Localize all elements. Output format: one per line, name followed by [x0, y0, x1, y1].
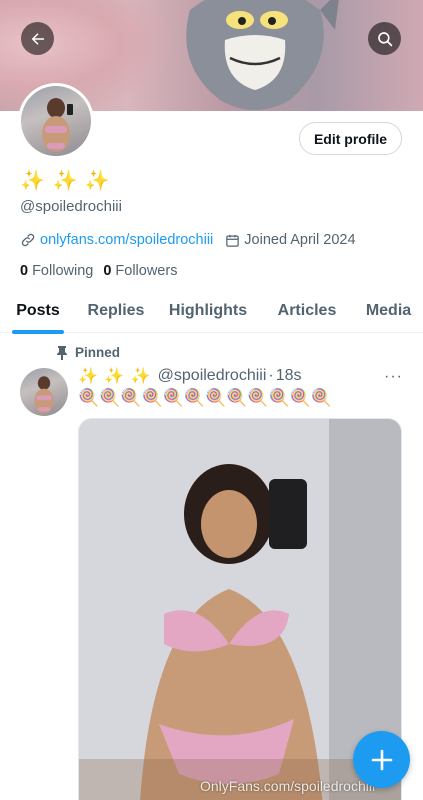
search-button[interactable] — [368, 22, 401, 55]
followers-count: 0 — [103, 263, 112, 279]
arrow-left-icon — [31, 32, 44, 45]
follow-stats: 0 Following 0 Followers — [20, 263, 187, 279]
post-author-handle[interactable]: @spoiledrochiii — [158, 367, 267, 385]
profile-website-link[interactable]: onlyfans.com/spoiledrochiii — [40, 232, 213, 248]
profile-meta: onlyfans.com/spoiledrochiii Joined April… — [20, 232, 356, 248]
banner-background — [0, 0, 170, 111]
pinned-indicator: Pinned — [56, 345, 120, 360]
post-more-icon[interactable]: ··· — [384, 368, 403, 386]
banner-cartoon-image — [186, 0, 339, 110]
link-icon — [21, 233, 35, 247]
post-media-image[interactable] — [78, 418, 402, 800]
following-label: Following — [32, 263, 94, 279]
tab-highlights[interactable]: Highlights — [156, 288, 260, 333]
followers-link[interactable]: 0 Followers — [103, 263, 177, 279]
tab-replies[interactable]: Replies — [76, 288, 156, 333]
search-icon — [377, 31, 392, 46]
profile-display-name: ✨ ✨ ✨ — [20, 170, 111, 192]
following-link[interactable]: 0 Following — [20, 263, 93, 279]
profile-tabs: Posts Replies Highlights Articles Media — [0, 288, 423, 333]
profile-handle: @spoiledrochiii — [20, 198, 122, 215]
profile-avatar[interactable] — [18, 83, 94, 159]
tab-posts[interactable]: Posts — [0, 288, 76, 333]
post-author-avatar[interactable] — [20, 368, 68, 416]
post-author-name[interactable]: ✨ ✨ ✨ — [78, 366, 152, 386]
tab-articles[interactable]: Articles — [260, 288, 354, 333]
tab-media[interactable]: Media — [354, 288, 423, 333]
media-watermark: OnlyFans.com/spoiledrochiii — [200, 778, 376, 794]
edit-profile-button[interactable]: Edit profile — [299, 122, 402, 155]
pin-icon — [57, 345, 67, 360]
post-text: 🍭🍭🍭🍭🍭🍭🍭🍭🍭🍭🍭🍭 — [78, 388, 333, 407]
profile-joined-date: Joined April 2024 — [244, 232, 356, 248]
post-header: ✨ ✨ ✨ @spoiledrochiii · 18s — [78, 366, 302, 386]
avatar-image — [21, 86, 91, 156]
calendar-icon — [226, 234, 240, 247]
pinned-label: Pinned — [75, 345, 121, 360]
post-separator: · — [268, 367, 274, 384]
back-button[interactable] — [21, 22, 54, 55]
compose-button[interactable] — [353, 731, 410, 788]
post-time[interactable]: 18s — [276, 367, 302, 385]
followers-label: Followers — [115, 263, 178, 279]
plus-icon — [371, 749, 392, 770]
following-count: 0 — [20, 263, 29, 279]
